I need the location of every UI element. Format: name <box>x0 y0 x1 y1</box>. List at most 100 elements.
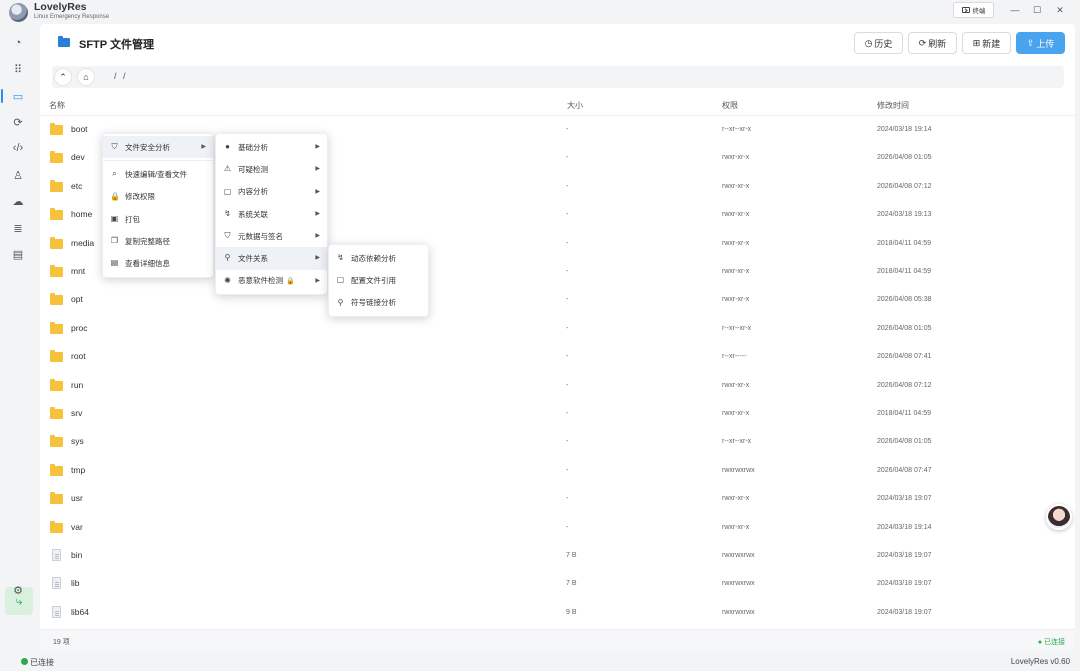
table-row[interactable]: run - rwxr-xr-x 2026/04/08 07:12 <box>40 372 1075 400</box>
column-modified[interactable]: 修改时间 <box>877 100 909 111</box>
chevron-right-icon: ▶ <box>315 233 320 240</box>
path-bar: ⌃ ⌂ / / <box>52 66 1064 88</box>
file-modified: 2018/04/11 04:59 <box>877 268 931 275</box>
column-permissions[interactable]: 权限 <box>722 100 738 111</box>
minimize-button[interactable]: — <box>1008 4 1022 16</box>
refresh-label: 刷新 <box>928 38 947 49</box>
file-name: boot <box>71 124 88 134</box>
upload-button[interactable]: ⇪ 上传 <box>1016 32 1065 54</box>
file-modified: 2024/03/18 19:07 <box>877 608 932 616</box>
menu-item[interactable]: ⚠ 可疑检测 ▶ <box>216 158 327 180</box>
refresh-button[interactable]: ⟳ 刷新 <box>908 32 957 54</box>
file-permissions: rwxr-xr-x <box>722 296 750 304</box>
close-button[interactable]: ✕ <box>1053 4 1067 16</box>
column-size[interactable]: 大小 <box>567 100 583 111</box>
file-modified: 2024/03/18 19:07 <box>877 580 932 588</box>
current-path[interactable]: / / <box>114 71 128 81</box>
log-icon[interactable]: ▤ <box>7 244 29 264</box>
file-name: var <box>71 521 83 532</box>
menu-item[interactable]: ▢ 配置文件引用 <box>329 269 428 291</box>
gauge-icon[interactable]: ◔ <box>7 33 29 53</box>
folder-icon <box>50 492 63 505</box>
refresh-icon: ⟳ <box>918 37 927 48</box>
shield-icon: ⛉ <box>224 231 231 241</box>
table-row[interactable]: srv - rwxr-xr-x 2018/04/11 04:59 <box>40 400 1075 428</box>
table-row[interactable]: sys - r--xr--xr-x 2026/04/08 01:05 <box>40 428 1075 456</box>
file-modified: 2026/04/08 01:05 <box>877 154 932 162</box>
table-row[interactable]: opt - rwxr-xr-x 2026/04/08 05:38 <box>40 286 1075 314</box>
folder-icon <box>50 265 63 277</box>
menu-item[interactable]: ▣ 打包 <box>103 208 213 230</box>
app-name: LovelyRes <box>34 1 87 13</box>
menu-item-label: 配置文件引用 <box>351 275 396 285</box>
table-row[interactable]: tmp - rwxrwxrwx 2026/04/08 07:47 <box>40 457 1075 485</box>
home-button[interactable]: ⌂ <box>77 68 95 86</box>
menu-item[interactable]: ↯ 动态依赖分析 <box>329 247 428 269</box>
file-size: - <box>566 211 569 219</box>
folder-icon <box>50 435 63 448</box>
file-icon <box>52 605 61 618</box>
assistant-avatar[interactable] <box>1046 504 1072 530</box>
file-modified: 2026/04/08 07:12 <box>877 381 932 389</box>
column-name[interactable]: 名称 <box>49 100 65 111</box>
sync-icon[interactable]: ⟳ <box>7 112 29 132</box>
file-relations-submenu: ↯ 动态依赖分析 ▢ 配置文件引用 ⚲ 符号链接分析 <box>328 244 429 317</box>
menu-item[interactable]: ❐ 复制完整路径 <box>103 230 213 252</box>
new-button[interactable]: ⊞ 新建 <box>962 32 1011 54</box>
app-logo <box>9 3 28 22</box>
folder-icon[interactable]: ▭ <box>1 86 29 106</box>
file-size: 9 B <box>566 608 577 616</box>
menu-item[interactable]: ▤ 查看详细信息 <box>103 252 213 274</box>
table-row[interactable]: root - r--xr----- 2026/04/08 07:41 <box>40 343 1075 371</box>
file-size: 7 B <box>566 552 577 559</box>
file-size: - <box>566 239 569 247</box>
menu-item[interactable]: ⚲ 符号链接分析 <box>329 292 428 314</box>
table-footer: 19 项 ● 已连接 <box>40 629 1075 651</box>
menu-item[interactable]: ▢ 内容分析 ▶ <box>216 181 327 203</box>
table-row[interactable]: var - rwxr-xr-x 2024/03/18 19:14 <box>40 514 1075 542</box>
table-row[interactable]: lib64 9 B rwxrwxrwx 2024/03/18 19:07 <box>40 599 1075 627</box>
app-subtitle: Linux Emergency Response <box>34 14 110 20</box>
file-modified: 2026/04/08 01:05 <box>877 324 932 332</box>
table-row[interactable]: bin 7 B rwxrwxrwx 2024/03/18 19:07 <box>40 542 1075 570</box>
file-size: - <box>566 353 569 361</box>
terminal-button[interactable]: 终端 <box>953 2 994 18</box>
code-icon[interactable]: ‹/› <box>7 138 29 158</box>
linux-icon[interactable]: ♙ <box>7 165 29 185</box>
menu-item[interactable]: ↯ 系统关联 ▶ <box>216 203 327 225</box>
folder-icon <box>50 208 63 221</box>
go-up-button[interactable]: ⌃ <box>54 68 72 86</box>
settings-icon[interactable]: ⚙ <box>7 580 29 600</box>
menu-item[interactable]: ⚲ 文件关系 ▶ <box>216 247 327 270</box>
menu-item-label: 元数据与签名 <box>238 231 283 241</box>
chevron-right-icon: ▶ <box>315 277 320 284</box>
file-modified: 2024/03/18 19:07 <box>877 495 932 503</box>
menu-item[interactable]: ● 基础分析 ▶ <box>216 136 327 158</box>
maximize-button[interactable]: ☐ <box>1030 4 1044 16</box>
upload-label: 上传 <box>1036 38 1055 49</box>
database-icon[interactable]: ≣ <box>7 218 29 238</box>
file-modified: 2026/04/08 01:05 <box>877 438 932 446</box>
menu-item-label: 复制完整路径 <box>125 236 170 246</box>
lock-icon: 🔒 <box>286 277 295 285</box>
file-size: - <box>566 381 569 389</box>
table-row[interactable]: usr - rwxr-xr-x 2024/03/18 19:07 <box>40 485 1075 513</box>
file-name: lib <box>71 578 80 589</box>
history-button[interactable]: ◷ 历史 <box>854 32 903 54</box>
menu-item[interactable]: ⛉ 元数据与签名 ▶ <box>216 225 327 247</box>
folder-icon <box>50 236 63 249</box>
file-permissions: rwxrwxrwx <box>722 580 755 588</box>
menu-item[interactable]: ⛉ 文件安全分析 ▶ <box>103 136 213 159</box>
table-row[interactable]: proc - r--xr--xr-x 2026/04/08 01:05 <box>40 315 1075 343</box>
upload-icon: ⇪ <box>1026 37 1035 48</box>
menu-item[interactable]: 🔒 修改权限 <box>103 186 213 208</box>
menu-item-label: 符号链接分析 <box>351 298 396 308</box>
file-name: usr <box>71 493 83 504</box>
menu-item[interactable]: ✺ 恶意软件检测 🔒 ▶ <box>216 270 327 292</box>
menu-item[interactable]: ⌕ 快速编辑/查看文件 <box>103 163 213 185</box>
file-modified: 2024/03/18 19:14 <box>877 126 932 133</box>
cloud-icon[interactable]: ☁ <box>7 191 29 211</box>
table-row[interactable]: lib 7 B rwxrwxrwx 2024/03/18 19:07 <box>40 570 1075 598</box>
folder-icon <box>50 321 63 334</box>
grid-icon[interactable]: ⠿ <box>7 59 29 79</box>
